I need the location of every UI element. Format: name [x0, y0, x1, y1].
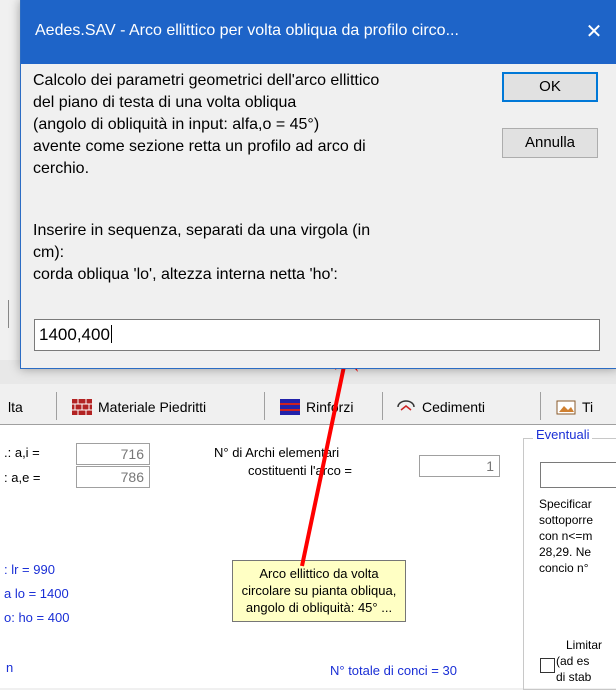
message-line: avente come sezione retta un profilo ad …	[33, 138, 366, 155]
close-icon[interactable]: ✕	[576, 16, 612, 48]
message-line: Inserire in sequenza, separati da una vi…	[33, 222, 371, 239]
message-line: del piano di testa di una volta obliqua	[33, 94, 297, 111]
message-line: cm):	[33, 244, 65, 261]
parameters-input[interactable]: 1400,400	[34, 319, 600, 351]
input-value: 1400,400	[39, 325, 110, 344]
dialog-instructions: Inserire in sequenza, separati da una vi…	[33, 220, 370, 286]
message-line: Calcolo dei parametri geometrici dell'ar…	[33, 72, 380, 89]
cancel-button[interactable]: Annulla	[502, 128, 598, 158]
ok-button[interactable]: OK	[502, 72, 598, 102]
dialog-titlebar[interactable]: Aedes.SAV - Arco ellittico per volta obl…	[21, 0, 616, 64]
dialog-message: Calcolo dei parametri geometrici dell'ar…	[33, 70, 379, 180]
text-caret	[110, 325, 112, 343]
input-dialog: Aedes.SAV - Arco ellittico per volta obl…	[20, 0, 616, 369]
message-line: (angolo di obliquità in input: alfa,o = …	[33, 116, 320, 133]
dialog-title: Aedes.SAV - Arco ellittico per volta obl…	[35, 22, 459, 39]
message-line: corda obliqua 'lo', altezza interna nett…	[33, 266, 338, 283]
message-line: cerchio.	[33, 160, 90, 177]
